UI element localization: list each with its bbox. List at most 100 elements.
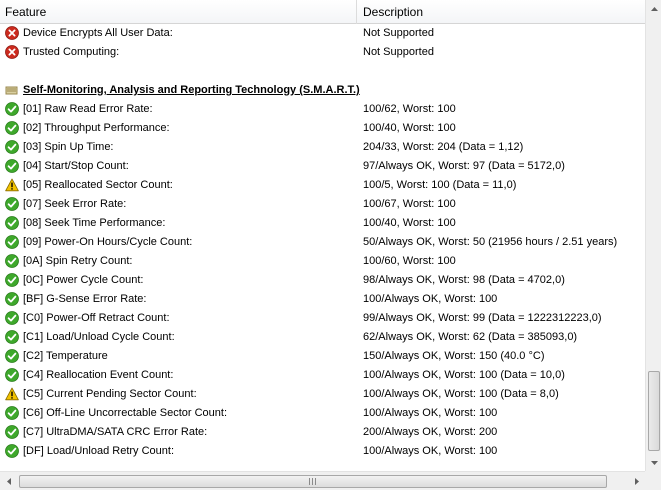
smart-section-title: Self-Monitoring, Analysis and Reporting … <box>23 84 360 96</box>
check-circle-icon <box>5 102 19 116</box>
list-item[interactable]: Device Encrypts All User Data: Not Suppo… <box>0 24 645 43</box>
scroll-up-button[interactable] <box>646 0 661 17</box>
description-column-header[interactable]: Description <box>358 0 645 24</box>
scrollbar-corner <box>645 471 661 490</box>
smart-attribute-row[interactable]: [C5] Current Pending Sector Count: 100/Al… <box>0 385 645 404</box>
smart-attribute-row[interactable]: [02] Throughput Performance: 100/40, Wors… <box>0 119 645 138</box>
horizontal-scroll-thumb[interactable] <box>19 475 607 488</box>
check-circle-icon <box>5 311 19 325</box>
attribute-value: 204/33, Worst: 204 (Data = 1,12) <box>363 141 524 153</box>
smart-attribute-row[interactable]: [BF] G-Sense Error Rate: 100/Always OK, W… <box>0 290 645 309</box>
scroll-left-button[interactable] <box>0 473 17 490</box>
feature-label: Trusted Computing: <box>23 46 120 58</box>
attribute-value: 100/40, Worst: 100 <box>363 122 456 134</box>
attribute-name: [07] Seek Error Rate: <box>23 198 127 210</box>
error-icon <box>5 45 19 59</box>
attribute-value: 99/Always OK, Worst: 99 (Data = 12223122… <box>363 312 602 324</box>
attribute-name: [C5] Current Pending Sector Count: <box>23 388 197 400</box>
grip-icon <box>308 478 318 485</box>
smart-attribute-row[interactable]: [05] Reallocated Sector Count: 100/5, Wor… <box>0 176 645 195</box>
vertical-scroll-thumb[interactable] <box>648 371 660 451</box>
list-item[interactable]: Trusted Computing: Not Supported <box>0 43 645 62</box>
check-circle-icon <box>5 425 19 439</box>
smart-attribute-row[interactable]: [08] Seek Time Performance: 100/40, Worst… <box>0 214 645 233</box>
attribute-name: [01] Raw Read Error Rate: <box>23 103 153 115</box>
check-circle-icon <box>5 330 19 344</box>
attribute-value: 100/40, Worst: 100 <box>363 217 456 229</box>
warning-icon <box>5 178 19 192</box>
attribute-name: [C6] Off-Line Uncorrectable Sector Count… <box>23 407 228 419</box>
smart-attribute-row[interactable]: [C0] Power-Off Retract Count: 99/Always O… <box>0 309 645 328</box>
horizontal-scrollbar[interactable] <box>0 471 645 490</box>
attribute-name: [C1] Load/Unload Cycle Count: <box>23 331 175 343</box>
check-circle-icon <box>5 235 19 249</box>
smart-attribute-row[interactable]: [0C] Power Cycle Count: 98/Always OK, Wor… <box>0 271 645 290</box>
attribute-value: 100/60, Worst: 100 <box>363 255 456 267</box>
arrow-down-icon <box>650 460 658 465</box>
smart-attribute-row[interactable]: [03] Spin Up Time: 204/33, Worst: 204 (Da… <box>0 138 645 157</box>
attribute-name: [C0] Power-Off Retract Count: <box>23 312 170 324</box>
property-list: Device Encrypts All User Data: Not Suppo… <box>0 24 645 471</box>
scroll-right-button[interactable] <box>628 473 645 490</box>
arrow-up-icon <box>650 6 658 11</box>
attribute-name: [03] Spin Up Time: <box>23 141 114 153</box>
vertical-scrollbar[interactable] <box>645 0 661 471</box>
attribute-name: [05] Reallocated Sector Count: <box>23 179 173 191</box>
column-header: Feature Description <box>0 0 645 24</box>
attribute-value: 100/Always OK, Worst: 100 <box>363 407 498 419</box>
smart-attribute-row[interactable]: [C2] Temperature 150/Always OK, Worst: 15… <box>0 347 645 366</box>
attribute-value: 50/Always OK, Worst: 50 (21956 hours / 2… <box>363 236 618 248</box>
smart-attribute-row[interactable]: [C7] UltraDMA/SATA CRC Error Rate: 200/Al… <box>0 423 645 442</box>
check-circle-icon <box>5 406 19 420</box>
attribute-name: [0A] Spin Retry Count: <box>23 255 133 267</box>
feature-label: Device Encrypts All User Data: <box>23 27 173 39</box>
attribute-value: 97/Always OK, Worst: 97 (Data = 5172,0) <box>363 160 565 172</box>
attribute-name: [08] Seek Time Performance: <box>23 217 166 229</box>
check-circle-icon <box>5 349 19 363</box>
attribute-value: 200/Always OK, Worst: 200 <box>363 426 498 438</box>
check-circle-icon <box>5 140 19 154</box>
smart-attribute-row[interactable]: [07] Seek Error Rate: 100/67, Worst: 100 <box>0 195 645 214</box>
feature-value: Not Supported <box>363 46 434 58</box>
smart-attribute-row[interactable]: [C1] Load/Unload Cycle Count: 62/Always O… <box>0 328 645 347</box>
scroll-down-button[interactable] <box>646 454 661 471</box>
attribute-name: [04] Start/Stop Count: <box>23 160 129 172</box>
attribute-name: [DF] Load/Unload Retry Count: <box>23 445 175 457</box>
smart-section-header[interactable]: Self-Monitoring, Analysis and Reporting … <box>0 81 645 100</box>
attribute-value: 100/Always OK, Worst: 100 <box>363 445 498 457</box>
smart-attribute-row[interactable]: [0A] Spin Retry Count: 100/60, Worst: 100 <box>0 252 645 271</box>
smart-attribute-row[interactable]: [04] Start/Stop Count: 97/Always OK, Wors… <box>0 157 645 176</box>
attribute-value: 100/67, Worst: 100 <box>363 198 456 210</box>
smart-attribute-row[interactable]: [C4] Reallocation Event Count: 100/Always… <box>0 366 645 385</box>
smart-attribute-row[interactable]: [C6] Off-Line Uncorrectable Sector Count… <box>0 404 645 423</box>
attribute-value: 98/Always OK, Worst: 98 (Data = 4702,0) <box>363 274 565 286</box>
check-circle-icon <box>5 197 19 211</box>
check-circle-icon <box>5 216 19 230</box>
attribute-value: 100/62, Worst: 100 <box>363 103 456 115</box>
smart-attribute-row[interactable]: [DF] Load/Unload Retry Count: 100/Always … <box>0 442 645 461</box>
attribute-name: [09] Power-On Hours/Cycle Count: <box>23 236 193 248</box>
attribute-value: 100/5, Worst: 100 (Data = 11,0) <box>363 179 517 191</box>
error-icon <box>5 26 19 40</box>
feature-value: Not Supported <box>363 27 434 39</box>
drive-icon <box>5 83 19 97</box>
smart-attribute-row[interactable]: [09] Power-On Hours/Cycle Count: 50/Alway… <box>0 233 645 252</box>
check-circle-icon <box>5 254 19 268</box>
attribute-name: [0C] Power Cycle Count: <box>23 274 144 286</box>
warning-icon <box>5 387 19 401</box>
check-circle-icon <box>5 368 19 382</box>
smart-attribute-row[interactable]: [01] Raw Read Error Rate: 100/62, Worst: … <box>0 100 645 119</box>
attribute-name: [C7] UltraDMA/SATA CRC Error Rate: <box>23 426 208 438</box>
attribute-value: 150/Always OK, Worst: 150 (40.0 °C) <box>363 350 545 362</box>
check-circle-icon <box>5 273 19 287</box>
attribute-name: [02] Throughput Performance: <box>23 122 170 134</box>
check-circle-icon <box>5 159 19 173</box>
feature-column-header[interactable]: Feature <box>0 0 357 24</box>
attribute-value: 62/Always OK, Worst: 62 (Data = 385093,0… <box>363 331 578 343</box>
arrow-right-icon <box>634 478 639 485</box>
attribute-name: [C2] Temperature <box>23 350 108 362</box>
attribute-value: 100/Always OK, Worst: 100 (Data = 10,0) <box>363 369 565 381</box>
attribute-value: 100/Always OK, Worst: 100 (Data = 8,0) <box>363 388 559 400</box>
attribute-name: [C4] Reallocation Event Count: <box>23 369 174 381</box>
attribute-value: 100/Always OK, Worst: 100 <box>363 293 498 305</box>
